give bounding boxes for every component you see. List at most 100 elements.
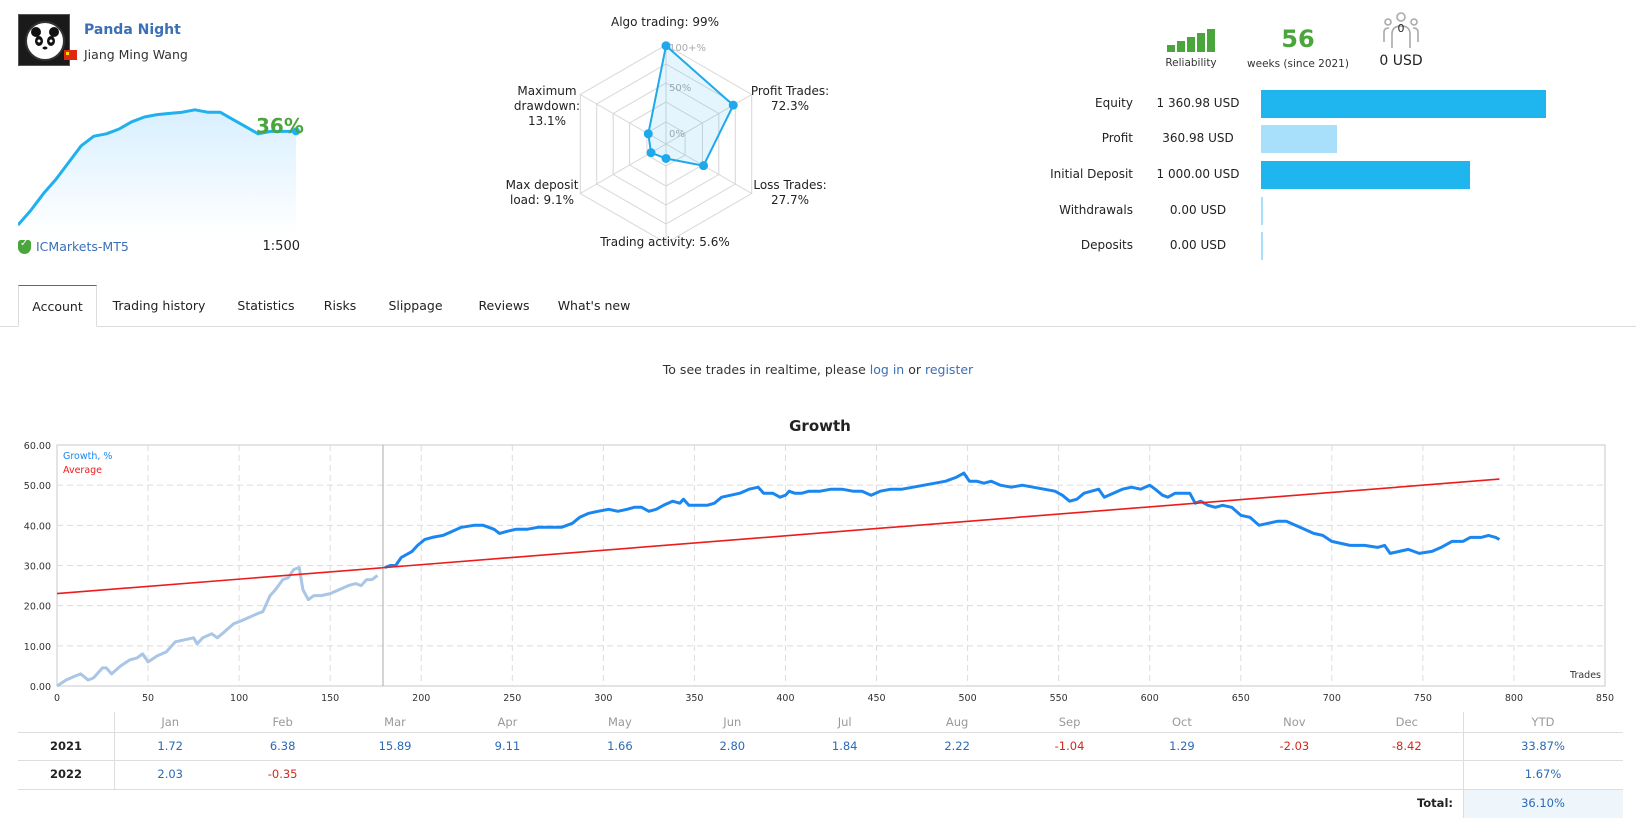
subscribers-count: 0 [1397,22,1405,35]
x-tick-label: 850 [1596,693,1614,704]
x-tick-label: 250 [503,693,521,704]
x-tick-label: 200 [412,693,430,704]
x-tick-label: 0 [54,693,60,704]
y-tick-label: 20.00 [24,602,51,613]
radar-label-line: Maximum [517,84,577,98]
radar-label-line: Max deposit [505,178,579,192]
column-header: Oct [1172,715,1192,729]
x-tick-label: 300 [594,693,612,704]
financial-value: 360.98 USD [1162,131,1234,145]
broker-link[interactable]: ICMarkets-MT5 [18,238,129,254]
column-header: Sep [1058,715,1081,729]
total-value: 36.10% [1521,796,1565,810]
radar-label-line: Profit Trades: [750,84,830,98]
radar-point [661,153,671,163]
financial-value: 1 360.98 USD [1156,96,1240,110]
signal-name-link[interactable]: Panda Night [84,22,181,38]
tab-statistics[interactable]: Statistics [221,285,311,327]
x-tick-label: 600 [1141,693,1159,704]
month-value: -0.35 [267,767,298,781]
y-tick-label: 10.00 [24,642,51,653]
register-link[interactable]: register [925,362,973,377]
month-value: 1.72 [157,739,183,753]
month-value: 1.66 [607,739,633,753]
column-header: Nov [1283,715,1306,729]
month-value: 6.38 [269,739,296,753]
y-tick-label: 40.00 [24,521,51,532]
radar-label-profit-trades: Profit Trades: 72.3% [745,84,835,114]
x-tick-label: 750 [1414,693,1432,704]
x-tick-label: 350 [685,693,703,704]
tab-what-s-new[interactable]: What's new [546,285,642,327]
radar-point [661,41,671,51]
radar-label-line: Loss Trades: [753,178,827,192]
tab-slippage[interactable]: Slippage [369,285,462,327]
financial-bar [1261,197,1263,225]
login-link[interactable]: log in [870,362,904,377]
ytd-value: 1.67% [1524,767,1562,781]
ytd-value: 33.87% [1521,739,1565,753]
reliability-bar [1197,33,1205,52]
radar-label-drawdown: Maximum drawdown: 13.1% [510,84,584,129]
reliability-bars-icon [1167,28,1215,52]
year-cell: 2021 [49,739,82,753]
x-tick-label: 550 [1050,693,1068,704]
month-value: 15.89 [378,739,412,753]
financial-value: 1 000.00 USD [1156,167,1240,181]
financial-bar [1261,161,1471,189]
month-value: -1.04 [1054,739,1085,753]
china-flag-icon [64,50,77,60]
radar-point [643,129,653,139]
x-axis-label: Trades [1569,670,1601,681]
radar-chart: 100+%50%0% Algo trading: 99% Profit Trad… [500,15,840,260]
column-header: YTD [1531,715,1555,729]
x-tick-label: 450 [867,693,885,704]
radar-point [646,148,656,158]
y-tick-label: 50.00 [24,481,51,492]
financial-label: Equity [1095,96,1133,110]
tab-account[interactable]: Account [18,285,97,327]
y-tick-label: 30.00 [24,562,51,573]
reliability-bar [1187,37,1195,52]
author-name[interactable]: Jiang Ming Wang [84,47,188,62]
financial-label: Profit [1101,131,1133,145]
x-tick-label: 150 [321,693,339,704]
month-value: 1.29 [1169,739,1195,753]
legend-growth: Growth, % [63,451,112,462]
radar-label-deposit-load: Max deposit load: 9.1% [500,178,584,208]
panda-avatar-icon [25,21,65,61]
reliability-bar [1207,29,1215,52]
year-cell: 2022 [49,767,82,781]
column-header: May [607,715,632,729]
x-tick-label: 500 [959,693,977,704]
radar-label-line: drawdown: [513,99,581,113]
y-tick-label: 60.00 [24,441,51,452]
radar-label-line: load: 9.1% [510,193,574,207]
financial-bar [1261,125,1337,153]
leverage-value: 1:500 [262,239,300,254]
x-tick-label: 650 [1232,693,1250,704]
broker-name: ICMarkets-MT5 [36,239,129,254]
month-value: 1.84 [831,739,858,753]
x-tick-label: 100 [230,693,248,704]
notice-text: To see trades in realtime, please [662,362,870,377]
financial-value: 0.00 USD [1169,238,1227,252]
tab-risks[interactable]: Risks [311,285,369,327]
month-value: -2.03 [1279,739,1310,753]
reliability-bar [1167,45,1175,52]
financial-label: Initial Deposit [1050,167,1133,181]
column-header: Dec [1395,715,1418,729]
column-header: Mar [384,715,406,729]
tab-trading-history[interactable]: Trading history [97,285,221,327]
radar-label-line: 72.3% [770,99,810,113]
notice-text: or [904,362,925,377]
verified-shield-icon [18,238,31,254]
column-header: Apr [497,715,518,729]
avatar[interactable] [18,14,70,66]
radar-label-line: 27.7% [770,193,810,207]
financial-row-withdrawals: Withdrawals 0.00 USD [1030,196,1630,226]
radar-label-activity: Trading activity: 5.6% [600,235,730,249]
radar-label-loss-trades: Loss Trades: 27.7% [745,178,835,208]
x-tick-label: 400 [776,693,794,704]
tab-reviews[interactable]: Reviews [462,285,546,327]
